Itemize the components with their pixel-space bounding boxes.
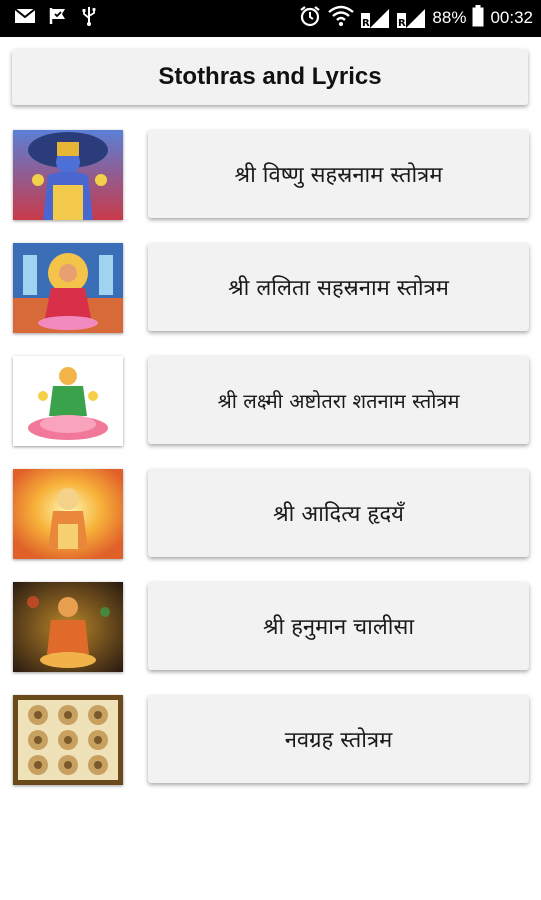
lakshmi-ashtothara-button[interactable]: श्री लक्ष्मी अष्टोतरा शतनाम स्तोत्रम (148, 356, 529, 444)
alarm-icon (298, 5, 322, 32)
status-bar: R R 88% 00:32 (0, 0, 541, 37)
vishnu-image[interactable] (13, 130, 123, 220)
hanuman-image[interactable] (13, 582, 123, 672)
svg-text:R: R (362, 18, 370, 29)
button-label: श्री ललिता सहस्रनाम स्तोत्रम (228, 276, 449, 301)
aditya-image[interactable] (13, 469, 123, 559)
aditya-hridayam-button[interactable]: श्री आदित्य हृदयँ (148, 469, 529, 557)
list-item: नवग्रह स्तोत्रम (0, 695, 541, 787)
lalitha-image[interactable] (13, 243, 123, 333)
page-title: Stothras and Lyrics (158, 63, 382, 90)
navagraha-stotram-button[interactable]: नवग्रह स्तोत्रम (148, 695, 529, 783)
svg-text:R: R (398, 18, 406, 29)
notification-icons (14, 6, 96, 31)
button-label: श्री हनुमान चालीसा (262, 615, 415, 640)
list-item: श्री हनुमान चालीसा (0, 582, 541, 674)
system-icons: R R 88% 00:32 (298, 4, 533, 32)
battery-percent: 88% (432, 8, 467, 27)
list-item: श्री ललिता सहस्रनाम स्तोत्रम (0, 243, 541, 335)
clock: 00:32 (490, 8, 533, 27)
button-label: श्री विष्णु सहस्रनाम स्तोत्रम (234, 163, 443, 188)
app-title-bar: Stothras and Lyrics (12, 49, 528, 105)
usb-icon (82, 6, 96, 31)
lakshmi-image[interactable] (13, 356, 123, 446)
vishnu-sahasranamam-button[interactable]: श्री विष्णु सहस्रनाम स्तोत्रम (148, 130, 529, 218)
lalitha-sahasranamam-button[interactable]: श्री ललिता सहस्रनाम स्तोत्रम (148, 243, 529, 331)
check-flag-icon (48, 6, 70, 31)
list-item: श्री लक्ष्मी अष्टोतरा शतनाम स्तोत्रम (0, 356, 541, 448)
battery-icon (472, 4, 484, 32)
button-label: श्री आदित्य हृदयँ (273, 502, 404, 527)
mail-icon (14, 7, 36, 30)
hanuman-chalisa-button[interactable]: श्री हनुमान चालीसा (148, 582, 529, 670)
button-label: नवग्रह स्तोत्रम (284, 728, 393, 753)
navagraha-image[interactable] (13, 695, 123, 785)
wifi-icon (328, 5, 355, 32)
list-item: श्री विष्णु सहस्रनाम स्तोत्रम (0, 130, 541, 222)
button-label: श्री लक्ष्मी अष्टोतरा शतनाम स्तोत्रम (217, 388, 460, 413)
list-item: श्री आदित्य हृदयँ (0, 469, 541, 561)
signal-icon-sim1: R (360, 7, 390, 29)
signal-icon-sim2: R (396, 7, 426, 29)
